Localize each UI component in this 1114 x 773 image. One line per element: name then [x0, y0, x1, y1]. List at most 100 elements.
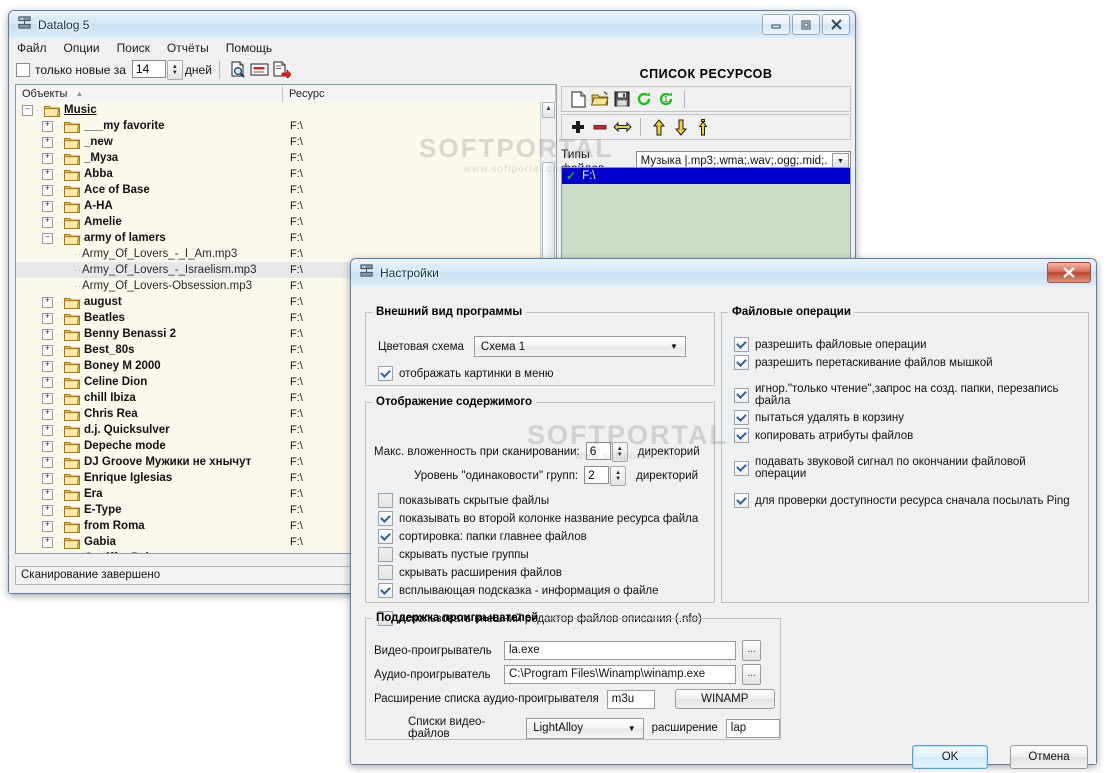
- settings-dialog-titlebar[interactable]: Настройки: [351, 259, 1096, 287]
- color-scheme-select[interactable]: Схема 1 ▼: [473, 336, 686, 357]
- find-document-icon[interactable]: [227, 60, 249, 80]
- resource-item[interactable]: ✓ F:\: [562, 168, 850, 184]
- checkbox-row[interactable]: разрешить перетаскивание файлов мышкой: [734, 355, 1080, 370]
- table-row[interactable]: + ·· ___my favorite F:\: [16, 118, 556, 134]
- open-folder-icon[interactable]: [589, 89, 611, 109]
- add-plus-icon[interactable]: [567, 117, 589, 137]
- checkbox-row[interactable]: игнор."только чтение",запрос на созд. па…: [734, 383, 1080, 407]
- video-ext-input[interactable]: lap: [725, 718, 781, 738]
- sameness-spin-buttons[interactable]: ▲ ▼: [610, 466, 627, 486]
- menu-item-search[interactable]: Поиск: [117, 41, 150, 55]
- checkbox-row[interactable]: всплывающая подсказка - информация о фай…: [378, 583, 706, 598]
- checkbox-row[interactable]: разрешить файловые операции: [734, 337, 1080, 352]
- remove-minus-icon[interactable]: [589, 117, 611, 137]
- table-row[interactable]: – ·· army of lamers F:\: [16, 230, 556, 246]
- checkbox-row[interactable]: для проверки доступности ресурса сначала…: [734, 493, 1080, 508]
- table-row[interactable]: + ·· Amelie F:\: [16, 214, 556, 230]
- days-spin-buttons[interactable]: ▲ ▼: [166, 59, 183, 80]
- expand-icon[interactable]: +: [42, 344, 53, 356]
- expand-icon[interactable]: +: [42, 360, 53, 372]
- expand-icon[interactable]: +: [42, 392, 53, 404]
- checkbox[interactable]: [734, 355, 749, 370]
- save-disk-icon[interactable]: [611, 89, 633, 109]
- checkbox[interactable]: [378, 529, 393, 544]
- table-row[interactable]: – ·· Music: [16, 102, 556, 118]
- checkbox-row[interactable]: показывать во второй колонке название ре…: [378, 511, 706, 526]
- new-file-icon[interactable]: [567, 89, 589, 109]
- spin-down-icon[interactable]: ▼: [617, 452, 623, 458]
- move-up-icon[interactable]: [648, 117, 670, 137]
- expand-icon[interactable]: +: [42, 296, 53, 308]
- main-window-titlebar[interactable]: Datalog 5: [9, 11, 855, 39]
- expand-icon[interactable]: +: [42, 440, 53, 452]
- checkbox-row[interactable]: скрывать расширения файлов: [378, 565, 706, 580]
- minimize-button[interactable]: [762, 14, 790, 35]
- scroll-up-button[interactable]: ▲: [542, 102, 555, 118]
- menu-item-file[interactable]: Файл: [17, 41, 47, 55]
- expand-icon[interactable]: +: [42, 216, 53, 228]
- checkbox[interactable]: [378, 511, 393, 526]
- table-row[interactable]: + ·· _new F:\: [16, 134, 556, 150]
- expand-icon[interactable]: +: [42, 408, 53, 420]
- checkbox-row[interactable]: подавать звуковой сигнал по окончании фа…: [734, 456, 1080, 480]
- menu-item-reports[interactable]: Отчёты: [167, 41, 209, 55]
- export-document-icon[interactable]: [271, 60, 293, 80]
- collapse-icon[interactable]: –: [22, 104, 33, 116]
- column-header-resource[interactable]: Ресурс: [283, 85, 556, 102]
- checkbox[interactable]: [378, 583, 393, 598]
- move-down-icon[interactable]: [670, 117, 692, 137]
- only-new-checkbox[interactable]: [16, 62, 30, 77]
- expand-icon[interactable]: +: [42, 152, 53, 164]
- refresh-all-icon[interactable]: [633, 89, 655, 109]
- show-menu-pictures-row[interactable]: отображать картинки в меню: [378, 366, 553, 381]
- video-lists-select[interactable]: LightAlloy ▼: [526, 717, 644, 739]
- checkbox-row[interactable]: показывать скрытые файлы: [378, 493, 706, 508]
- checkbox-row[interactable]: сортировка: папки главнее файлов: [378, 529, 706, 544]
- checkbox[interactable]: [734, 387, 749, 403]
- refresh-one-icon[interactable]: 1: [655, 89, 677, 109]
- move-top-icon[interactable]: [692, 117, 714, 137]
- audio-ext-input[interactable]: m3u: [606, 689, 655, 709]
- spin-down-icon[interactable]: ▼: [172, 70, 178, 76]
- expand-icon[interactable]: +: [42, 424, 53, 436]
- winamp-button[interactable]: WINAMP: [674, 689, 775, 709]
- expand-icon[interactable]: +: [42, 472, 53, 484]
- video-player-input[interactable]: la.exe: [504, 641, 736, 660]
- checkbox[interactable]: [734, 460, 749, 476]
- expand-icon[interactable]: +: [42, 136, 53, 148]
- resize-horizontal-icon[interactable]: [611, 117, 633, 137]
- expand-icon[interactable]: +: [42, 536, 53, 548]
- expand-icon[interactable]: +: [42, 312, 53, 324]
- ok-button[interactable]: OK: [912, 745, 988, 769]
- show-menu-pictures-checkbox[interactable]: [378, 366, 393, 381]
- expand-icon[interactable]: +: [42, 200, 53, 212]
- table-row[interactable]: + ·· _Муза F:\: [16, 150, 556, 166]
- table-row[interactable]: + ·· Abba F:\: [16, 166, 556, 182]
- checkbox-row[interactable]: копировать атрибуты файлов: [734, 428, 1080, 443]
- expand-icon[interactable]: +: [42, 504, 53, 516]
- sameness-input[interactable]: 2: [584, 466, 610, 484]
- expand-icon[interactable]: +: [42, 184, 53, 196]
- max-depth-spin-buttons[interactable]: ▲ ▼: [611, 442, 628, 462]
- audio-player-browse-button[interactable]: ...: [742, 664, 761, 685]
- checkbox[interactable]: [378, 493, 393, 508]
- table-row[interactable]: + ·· A-HA F:\: [16, 198, 556, 214]
- checkbox-row[interactable]: пытаться удалять в корзину: [734, 410, 1080, 425]
- expand-icon[interactable]: +: [42, 120, 53, 132]
- sameness-stepper[interactable]: 2 ▲ ▼: [584, 466, 627, 486]
- spin-down-icon[interactable]: ▼: [615, 476, 621, 482]
- days-stepper[interactable]: 14 ▲ ▼: [131, 59, 183, 80]
- table-row[interactable]: + ·· Ace of Base F:\: [16, 182, 556, 198]
- checkbox[interactable]: [734, 410, 749, 425]
- close-button[interactable]: [822, 14, 850, 35]
- max-depth-input[interactable]: 6: [585, 442, 611, 460]
- days-input[interactable]: 14: [131, 59, 166, 78]
- checkbox[interactable]: [734, 428, 749, 443]
- card-view-icon[interactable]: [249, 60, 271, 80]
- collapse-icon[interactable]: –: [42, 232, 53, 244]
- video-player-browse-button[interactable]: ...: [742, 640, 761, 661]
- chevron-down-icon[interactable]: ▼: [628, 724, 636, 733]
- expand-icon[interactable]: +: [42, 168, 53, 180]
- maximize-button[interactable]: [792, 14, 820, 35]
- expand-icon[interactable]: +: [42, 552, 53, 553]
